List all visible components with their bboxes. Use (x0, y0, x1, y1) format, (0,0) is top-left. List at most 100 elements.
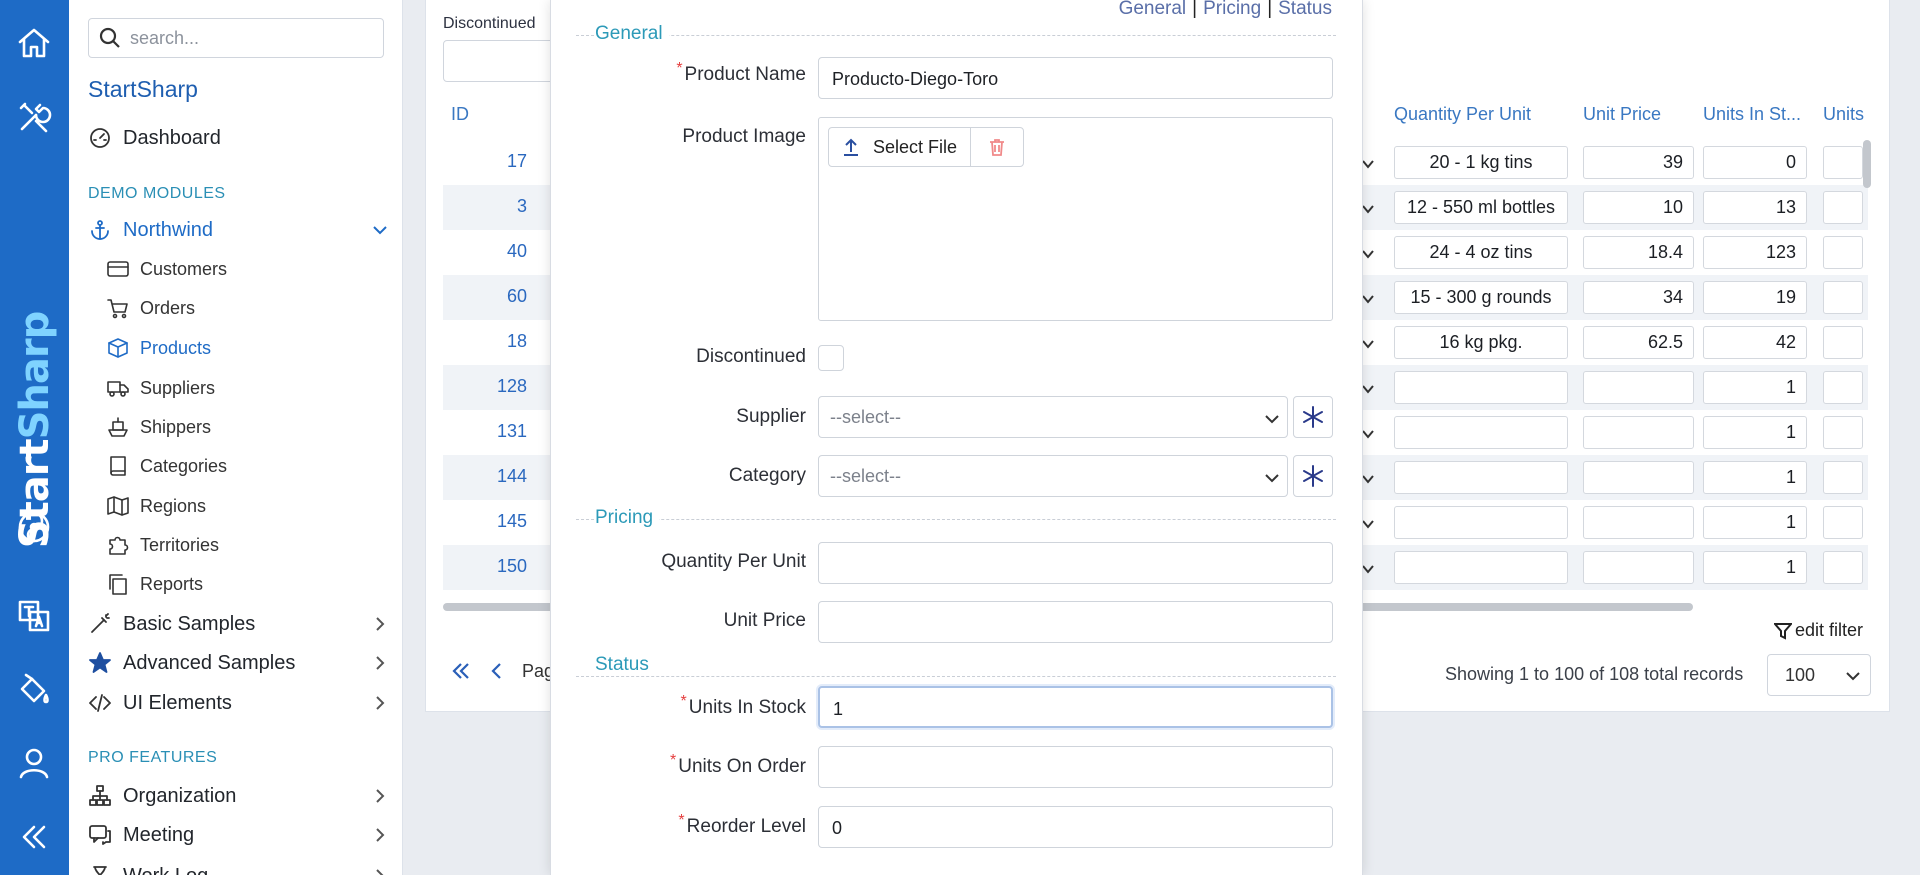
units-in-stock-cell[interactable]: 1 (1703, 371, 1807, 404)
units-on-order-cell[interactable] (1823, 281, 1863, 314)
sidebar-item-customers[interactable]: Customers (106, 255, 227, 283)
chevron-down-icon[interactable] (1361, 155, 1377, 171)
chevron-down-icon[interactable] (1361, 245, 1377, 261)
app-title[interactable]: StartSharp (88, 76, 198, 103)
sidebar-item-meeting[interactable]: Meeting (88, 819, 388, 851)
units-on-order-cell[interactable] (1823, 551, 1863, 584)
column-header-quantity-per-unit[interactable]: Quantity Per Unit (1394, 104, 1531, 125)
chevron-down-icon[interactable] (1361, 425, 1377, 441)
unit-price-cell[interactable]: 34 (1583, 281, 1694, 314)
unit-price-cell[interactable]: 62.5 (1583, 326, 1694, 359)
page-size-select[interactable]: 100 (1767, 654, 1871, 696)
prev-page-icon[interactable] (486, 660, 508, 682)
edit-filter-link[interactable]: edit filter (1774, 620, 1863, 641)
unit-price-cell[interactable] (1583, 506, 1694, 539)
discontinued-checkbox[interactable] (818, 345, 844, 371)
unit-price-cell[interactable] (1583, 461, 1694, 494)
column-header-unit-price[interactable]: Unit Price (1583, 104, 1661, 125)
units-in-stock-cell[interactable]: 1 (1703, 461, 1807, 494)
product-image-dropzone[interactable]: Select File (818, 117, 1333, 321)
unit-price-cell[interactable] (1583, 416, 1694, 449)
units-on-order-cell[interactable] (1823, 461, 1863, 494)
tab-status[interactable]: Status (1278, 0, 1332, 19)
units-in-stock-input[interactable]: 1 (818, 686, 1333, 728)
tools-icon[interactable] (14, 97, 54, 137)
column-header-id[interactable]: ID (451, 104, 469, 125)
sidebar-item-basic-samples[interactable]: Basic Samples (88, 608, 388, 640)
chevron-down-icon[interactable] (1361, 380, 1377, 396)
quantity-per-unit-input[interactable] (818, 542, 1333, 584)
units-in-stock-cell[interactable]: 13 (1703, 191, 1807, 224)
row-id-link[interactable]: 40 (437, 241, 527, 262)
select-file-button[interactable]: Select File (829, 128, 971, 166)
category-select[interactable]: --select-- (818, 455, 1288, 497)
first-page-icon[interactable] (450, 660, 472, 682)
sidebar-item-advanced-samples[interactable]: Advanced Samples (88, 647, 388, 679)
units-on-order-cell[interactable] (1823, 236, 1863, 269)
unit-price-cell[interactable]: 10 (1583, 191, 1694, 224)
quantity-per-unit-cell[interactable]: 16 kg pkg. (1394, 326, 1568, 359)
discontinued-filter-select[interactable] (443, 40, 563, 82)
sidebar-item-reports[interactable]: Reports (106, 570, 203, 598)
column-header-units[interactable]: Units (1823, 104, 1864, 125)
units-on-order-cell[interactable] (1823, 506, 1863, 539)
row-id-link[interactable]: 17 (437, 151, 527, 172)
row-id-link[interactable]: 145 (437, 511, 527, 532)
row-id-link[interactable]: 131 (437, 421, 527, 442)
sidebar-item-suppliers[interactable]: Suppliers (106, 374, 215, 402)
units-in-stock-cell[interactable]: 1 (1703, 506, 1807, 539)
quantity-per-unit-cell[interactable]: 24 - 4 oz tins (1394, 236, 1568, 269)
units-in-stock-cell[interactable]: 0 (1703, 146, 1807, 179)
sidebar-item-territories[interactable]: Territories (106, 531, 219, 559)
quantity-per-unit-cell[interactable]: 12 - 550 ml bottles (1394, 191, 1568, 224)
units-in-stock-cell[interactable]: 42 (1703, 326, 1807, 359)
units-on-order-cell[interactable] (1823, 371, 1863, 404)
sidebar-item-orders[interactable]: Orders (106, 294, 195, 322)
collapse-icon[interactable] (14, 817, 54, 857)
chevron-down-icon[interactable] (1361, 515, 1377, 531)
column-header-units-in-stock[interactable]: Units In St... (1703, 104, 1801, 125)
quantity-per-unit-cell[interactable] (1394, 416, 1568, 449)
quantity-per-unit-cell[interactable]: 15 - 300 g rounds (1394, 281, 1568, 314)
chevron-down-icon[interactable] (1361, 335, 1377, 351)
tab-general[interactable]: General (1119, 0, 1187, 19)
unit-price-cell[interactable] (1583, 551, 1694, 584)
sidebar-item-northwind[interactable]: Northwind (88, 214, 388, 246)
units-on-order-cell[interactable] (1823, 326, 1863, 359)
supplier-select[interactable]: --select-- (818, 396, 1288, 438)
unit-price-input[interactable] (818, 601, 1333, 643)
paint-bucket-icon[interactable] (14, 669, 54, 709)
tab-pricing[interactable]: Pricing (1203, 0, 1261, 19)
quantity-per-unit-cell[interactable] (1394, 371, 1568, 404)
sidebar-item-regions[interactable]: Regions (106, 492, 206, 520)
units-in-stock-cell[interactable]: 123 (1703, 236, 1807, 269)
chevron-down-icon[interactable] (1361, 560, 1377, 576)
translate-icon[interactable] (14, 596, 54, 636)
category-edit-button[interactable] (1293, 455, 1333, 497)
sidebar-item-products[interactable]: Products (106, 334, 211, 362)
quantity-per-unit-cell[interactable] (1394, 461, 1568, 494)
user-icon[interactable] (14, 743, 54, 783)
sidebar-item-categories[interactable]: Categories (106, 452, 227, 480)
product-name-input[interactable]: Producto-Diego-Toro (818, 57, 1333, 99)
row-id-link[interactable]: 60 (437, 286, 527, 307)
supplier-edit-button[interactable] (1293, 396, 1333, 438)
unit-price-cell[interactable]: 18.4 (1583, 236, 1694, 269)
unit-price-cell[interactable]: 39 (1583, 146, 1694, 179)
chevron-down-icon[interactable] (1361, 290, 1377, 306)
row-id-link[interactable]: 144 (437, 466, 527, 487)
units-on-order-cell[interactable] (1823, 191, 1863, 224)
units-on-order-cell[interactable] (1823, 416, 1863, 449)
units-in-stock-cell[interactable]: 19 (1703, 281, 1807, 314)
chevron-down-icon[interactable] (1361, 470, 1377, 486)
row-id-link[interactable]: 150 (437, 556, 527, 577)
chevron-down-icon[interactable] (1361, 200, 1377, 216)
units-on-order-input[interactable] (818, 746, 1333, 788)
row-id-link[interactable]: 18 (437, 331, 527, 352)
row-id-link[interactable]: 128 (437, 376, 527, 397)
quantity-per-unit-cell[interactable] (1394, 551, 1568, 584)
vertical-scrollbar[interactable] (1863, 140, 1871, 188)
quantity-per-unit-cell[interactable] (1394, 506, 1568, 539)
home-icon[interactable] (14, 23, 54, 63)
units-in-stock-cell[interactable]: 1 (1703, 551, 1807, 584)
